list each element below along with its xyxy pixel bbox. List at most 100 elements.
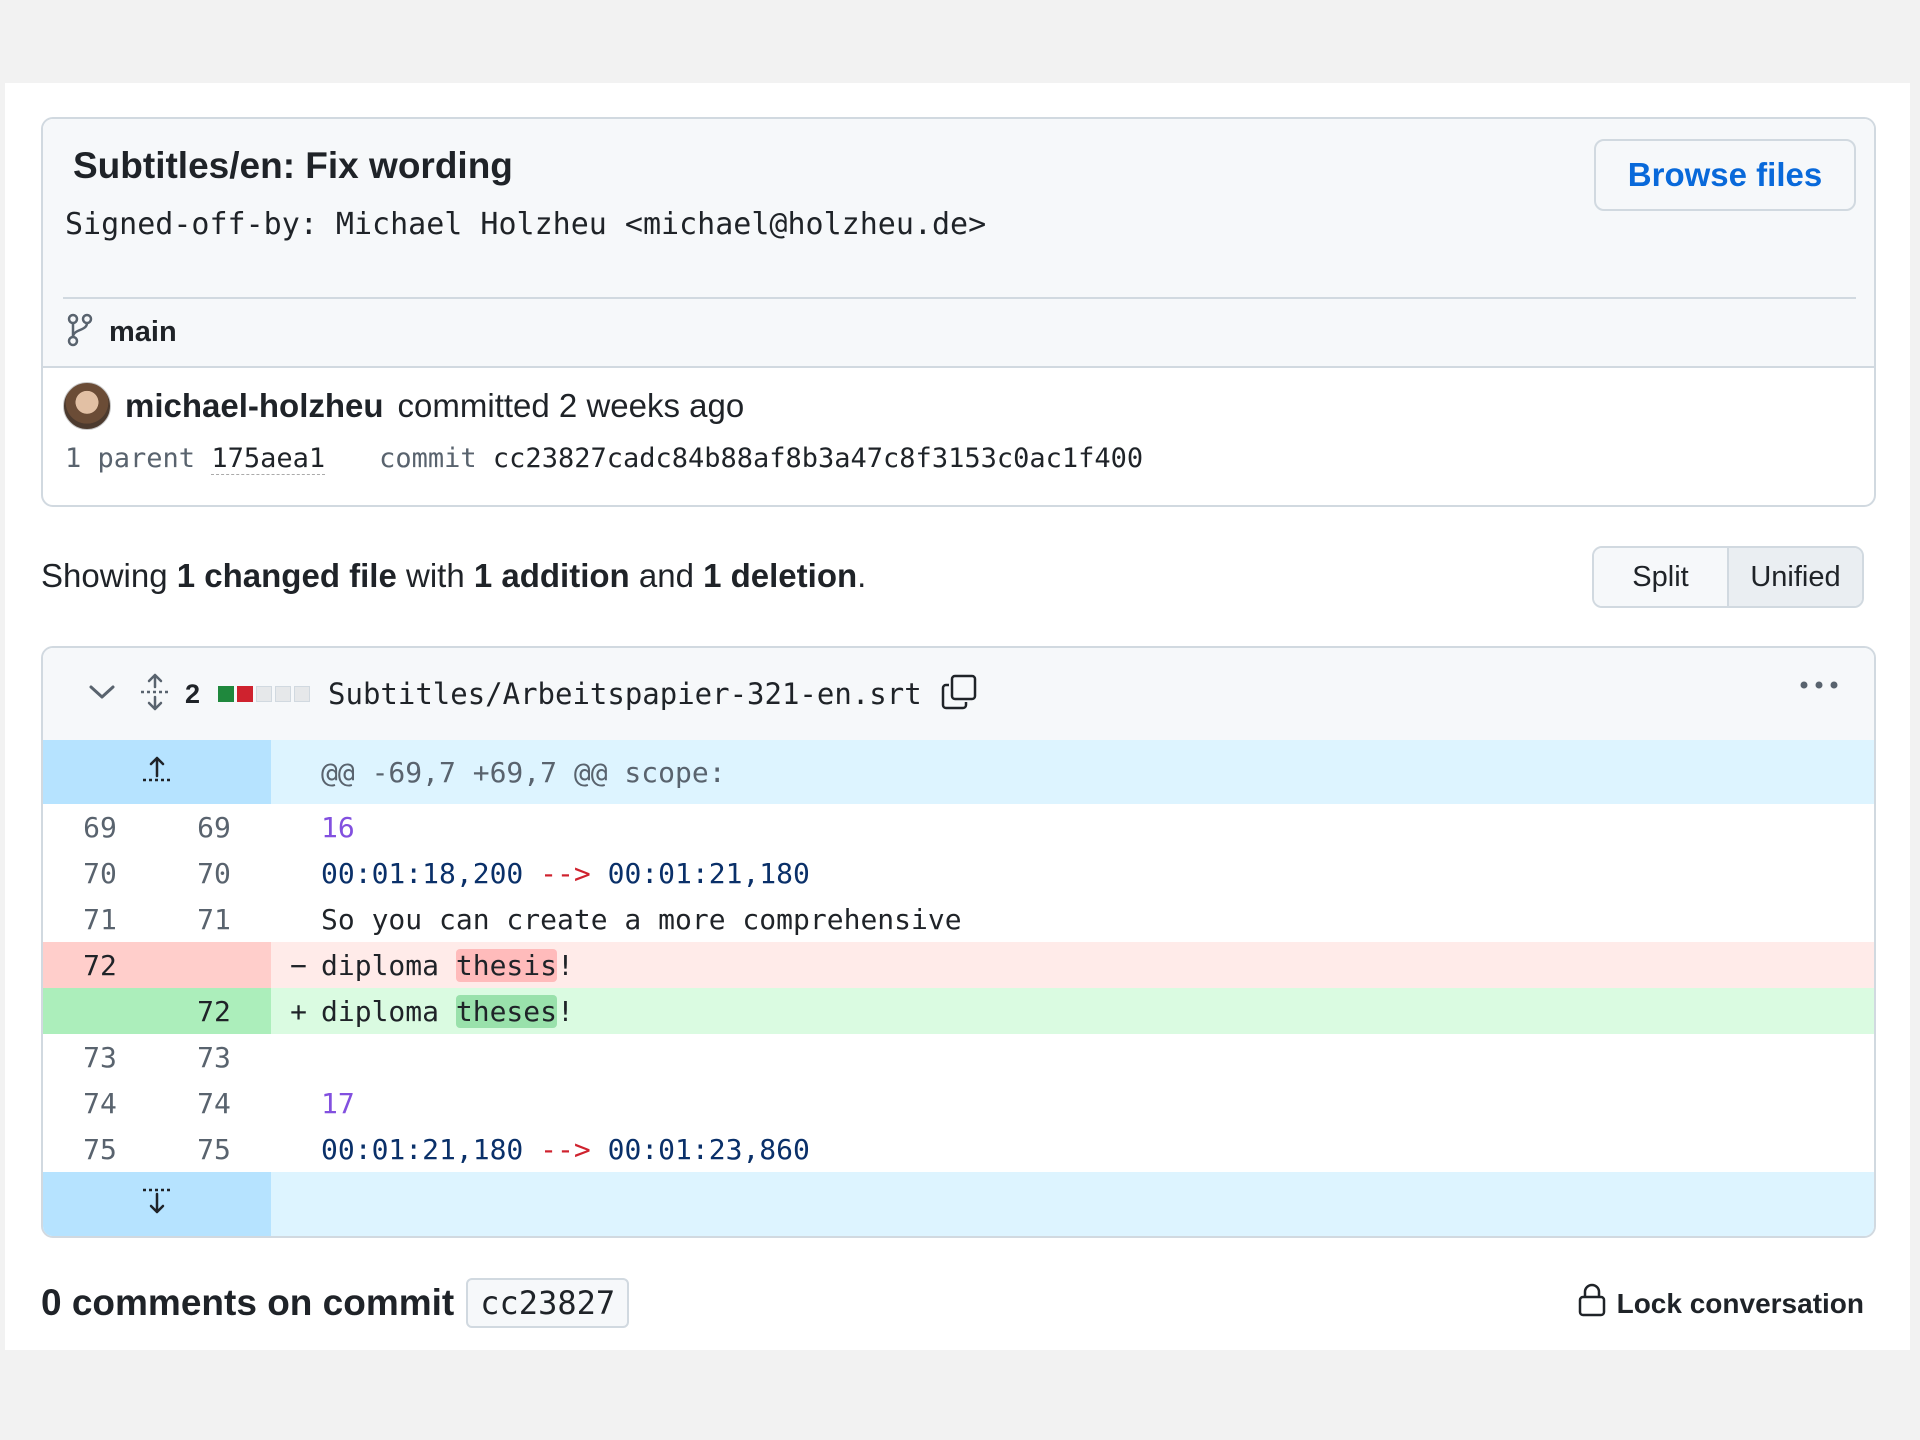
line-code: 00:01:18,200 --> 00:01:21,180 bbox=[321, 857, 810, 890]
summary-and: and bbox=[629, 557, 704, 594]
commit-sha: cc23827cadc84b88af8b3a47c8f3153c0ac1f400 bbox=[492, 443, 1144, 474]
line-code: diploma thesis! bbox=[321, 948, 574, 982]
comments-title-text: 0 comments on commit bbox=[41, 1282, 455, 1323]
unfold-icon[interactable] bbox=[139, 673, 171, 716]
parent-label: 1 parent bbox=[65, 443, 196, 474]
timestamp-start: 00:01:21,180 bbox=[321, 1132, 524, 1166]
added-line: 72 + diploma theses! bbox=[43, 988, 1874, 1034]
line-gutters: 73 73 bbox=[43, 1034, 271, 1080]
line-code: diploma theses! bbox=[321, 994, 574, 1028]
change-count: 2 bbox=[185, 678, 201, 709]
old-line-number[interactable]: 74 bbox=[43, 1087, 157, 1120]
old-line-number[interactable]: 71 bbox=[43, 903, 157, 936]
old-line-number[interactable]: 72 bbox=[43, 949, 157, 982]
old-line-number[interactable]: 73 bbox=[43, 1041, 157, 1074]
line-gutters: 70 70 bbox=[43, 850, 271, 896]
split-view-button[interactable]: Split bbox=[1594, 548, 1727, 606]
expand-down-row bbox=[43, 1172, 1874, 1236]
lock-conversation-button[interactable]: Lock conversation bbox=[1577, 1282, 1864, 1325]
file-path-link[interactable]: Subtitles/Arbeitspapier-321-en.srt bbox=[328, 677, 922, 711]
new-line-number[interactable]: 69 bbox=[157, 811, 271, 844]
old-line-number[interactable]: 75 bbox=[43, 1133, 157, 1166]
diff-line: 74 74 17 bbox=[43, 1080, 1874, 1126]
file-header: 2 Subtitles/Arbeitspapier-321-en.srt bbox=[43, 648, 1874, 742]
code-text: diploma bbox=[321, 994, 456, 1028]
new-line-number[interactable]: 70 bbox=[157, 857, 271, 890]
divider bbox=[63, 297, 1856, 299]
summary-with: with bbox=[396, 557, 474, 594]
added-word-highlight: theses bbox=[455, 994, 558, 1028]
new-line-number[interactable]: 72 bbox=[157, 995, 271, 1028]
deleted-line: 72 − diploma thesis! bbox=[43, 942, 1874, 988]
commit-info: commit cc23827cadc84b88af8b3a47c8f3153c0… bbox=[379, 443, 1143, 474]
diff-summary: Showing 1 changed file with 1 addition a… bbox=[41, 557, 866, 595]
commit-box: Subtitles/en: Fix wording Signed-off-by:… bbox=[41, 117, 1876, 507]
avatar[interactable] bbox=[63, 382, 111, 430]
timestamp-end: 00:01:21,180 bbox=[607, 856, 810, 890]
git-branch-icon bbox=[65, 313, 95, 352]
commit-label: commit bbox=[379, 443, 477, 474]
diffstat bbox=[218, 686, 311, 702]
diff-lines: @@ -69,7 +69,7 @@ scope: 69 69 16 70 70 00… bbox=[43, 740, 1874, 1236]
expand-down-icon bbox=[141, 1186, 173, 1223]
diff-line: 73 73 bbox=[43, 1034, 1874, 1080]
expand-down-button[interactable] bbox=[43, 1172, 271, 1236]
parent-hash-link[interactable]: 175aea1 bbox=[211, 443, 326, 475]
commit-meta: 1 parent 175aea1 commit cc23827cadc84b88… bbox=[65, 443, 1143, 475]
line-gutters: 75 75 bbox=[43, 1126, 271, 1172]
line-gutters: 72 bbox=[43, 942, 271, 988]
parent-info: 1 parent 175aea1 bbox=[65, 443, 326, 475]
line-code: 16 bbox=[321, 810, 355, 844]
summary-end: . bbox=[857, 557, 867, 594]
committed-text: committed 2 weeks ago bbox=[397, 387, 745, 424]
branch-indicator[interactable]: main bbox=[65, 307, 177, 357]
line-gutters: 71 71 bbox=[43, 896, 271, 942]
new-line-number[interactable]: 75 bbox=[157, 1133, 271, 1166]
timestamp-arrow: --> bbox=[523, 856, 608, 890]
comments-heading: 0 comments on commit cc23827 bbox=[41, 1278, 630, 1328]
summary-deletions: 1 deletion bbox=[703, 557, 858, 594]
timestamp-end: 00:01:23,860 bbox=[607, 1132, 810, 1166]
summary-showing: Showing bbox=[41, 557, 177, 594]
unified-view-button[interactable]: Unified bbox=[1727, 548, 1862, 606]
old-line-number[interactable]: 70 bbox=[43, 857, 157, 890]
browse-files-button[interactable]: Browse files bbox=[1594, 139, 1856, 211]
diffstat-neutral-block bbox=[275, 686, 292, 702]
timestamp-start: 00:01:18,200 bbox=[321, 856, 524, 890]
commit-description: Signed-off-by: Michael Holzheu <michael@… bbox=[65, 207, 987, 242]
line-code: 00:01:21,180 --> 00:01:23,860 bbox=[321, 1133, 810, 1166]
author-link[interactable]: michael-holzheu bbox=[125, 387, 384, 425]
addition-sign: + bbox=[290, 994, 307, 1028]
diffstat-del-block bbox=[237, 686, 254, 702]
expand-up-icon bbox=[141, 754, 173, 791]
commit-hash-chip: cc23827 bbox=[466, 1278, 630, 1328]
timestamp-arrow: --> bbox=[523, 1132, 608, 1166]
new-line-number[interactable]: 73 bbox=[157, 1041, 271, 1074]
diff-view-toggle: Split Unified bbox=[1592, 546, 1864, 608]
commit-title: Subtitles/en: Fix wording bbox=[73, 145, 513, 186]
summary-additions: 1 addition bbox=[473, 557, 630, 594]
file-diff: 2 Subtitles/Arbeitspapier-321-en.srt @@ … bbox=[41, 646, 1876, 1238]
code-text: ! bbox=[557, 948, 574, 982]
copy-icon[interactable] bbox=[940, 673, 978, 716]
chevron-down-icon[interactable] bbox=[87, 682, 117, 707]
diff-line: 71 71 So you can create a more comprehens… bbox=[43, 896, 1874, 942]
line-gutters: 72 bbox=[43, 988, 271, 1034]
old-line-number[interactable]: 69 bbox=[43, 811, 157, 844]
diffstat-add-block bbox=[218, 686, 235, 702]
diffstat-neutral-block bbox=[294, 686, 311, 702]
new-line-number[interactable]: 74 bbox=[157, 1087, 271, 1120]
expand-up-button[interactable] bbox=[43, 740, 271, 804]
code-text: diploma bbox=[321, 948, 456, 982]
lock-conversation-label: Lock conversation bbox=[1616, 1287, 1864, 1319]
line-gutters: 74 74 bbox=[43, 1080, 271, 1126]
new-line-number[interactable]: 71 bbox=[157, 903, 271, 936]
diff-line: 75 75 00:01:21,180 --> 00:01:23,860 bbox=[43, 1126, 1874, 1172]
line-code: 17 bbox=[321, 1086, 355, 1120]
page: Subtitles/en: Fix wording Signed-off-by:… bbox=[5, 83, 1910, 1350]
kebab-menu-icon[interactable] bbox=[1798, 678, 1840, 696]
author-line: michael-holzheu committed 2 weeks ago bbox=[63, 382, 744, 430]
diff-line: 70 70 00:01:18,200 --> 00:01:21,180 bbox=[43, 850, 1874, 896]
commit-header: Subtitles/en: Fix wording Signed-off-by:… bbox=[43, 119, 1874, 368]
branch-name: main bbox=[109, 315, 177, 348]
